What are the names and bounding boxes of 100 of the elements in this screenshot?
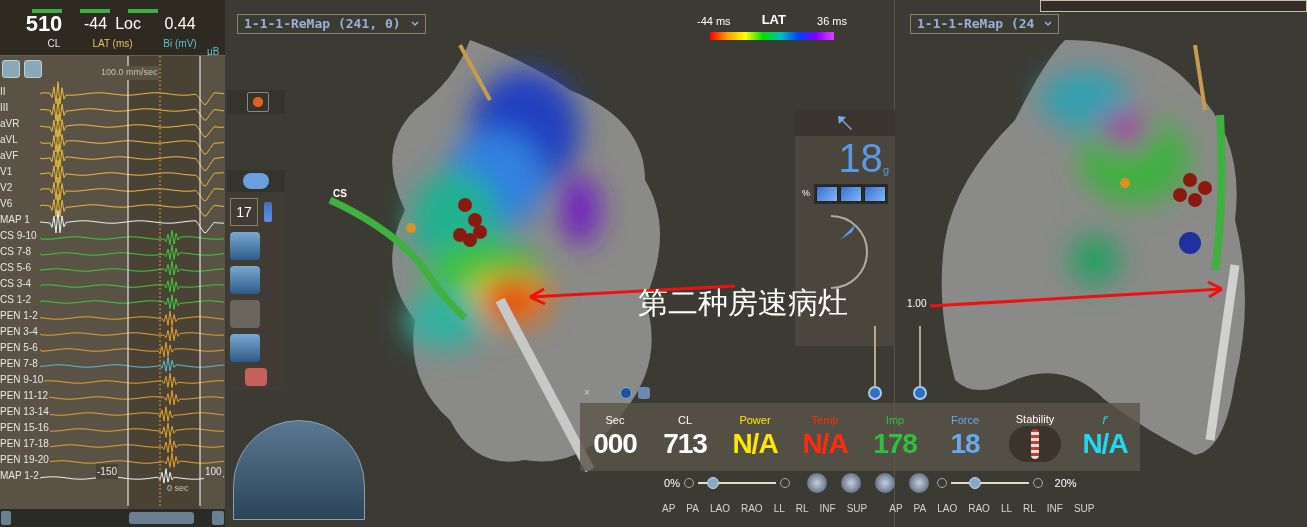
catheter-label: CS: [333, 187, 347, 201]
ablation-point: [1188, 193, 1202, 207]
channel-label: III: [0, 102, 10, 114]
channel-label: V2: [0, 182, 14, 194]
view-button[interactable]: LAO: [937, 501, 958, 516]
channel-label: PEN 9-10: [0, 374, 45, 386]
channel-label: MAP 1: [0, 214, 31, 226]
channel-label: CS 3-4: [0, 278, 33, 290]
zoom-slider[interactable]: [950, 477, 1029, 489]
status-bar: [80, 9, 110, 13]
view-button[interactable]: AP: [662, 501, 676, 516]
readout-label: Force: [950, 413, 980, 427]
catheter: [458, 44, 492, 101]
view-button[interactable]: RL: [1023, 501, 1036, 516]
clip-value: 1.00: [907, 297, 927, 311]
readout-label: Temp: [811, 413, 839, 427]
landmark-point: [406, 223, 416, 233]
scale-title: LAT: [761, 11, 786, 29]
readout-label: Sec: [605, 413, 625, 427]
view-button[interactable]: AP: [889, 501, 903, 516]
arrow-icon: [835, 113, 855, 133]
channel-label: PEN 5-6: [0, 342, 39, 354]
readout-value: N/A: [732, 427, 778, 461]
readout-value: 713: [663, 427, 707, 461]
channel-label: MAP 1-2: [0, 470, 40, 482]
scale-max: 36 ms: [817, 14, 847, 29]
view-button[interactable]: LL: [773, 501, 785, 516]
sweep-speed: 100.0 mm/sec: [100, 66, 159, 80]
channel-label: PEN 17-18: [0, 438, 50, 450]
map-dropdown[interactable]: 1-1-1-ReMap (24: [910, 14, 1060, 34]
readout-value: 18: [950, 427, 980, 461]
reading-label: µB: [207, 45, 220, 59]
ablation-point: [468, 213, 482, 227]
channel-label: PEN 19-20: [0, 454, 50, 466]
readout-label: Imp: [885, 413, 905, 427]
readout-value: N/A: [1082, 427, 1128, 461]
channel-label: CS 9-10: [0, 230, 38, 242]
scroll-left-button[interactable]: [1, 511, 11, 525]
lat-value: -44: [84, 14, 108, 34]
scale-min: -44 ms: [697, 14, 731, 29]
channel-label: aVR: [0, 118, 21, 130]
ablation-point: [458, 198, 472, 212]
status-bar: [32, 9, 62, 13]
landmark-point: [1120, 178, 1130, 188]
map-dropdown[interactable]: 1-1-1-ReMap (241, 0): [237, 14, 426, 34]
catheter: [1193, 44, 1207, 111]
readout-label: Power: [739, 413, 771, 427]
ablation-point: [473, 225, 487, 239]
channel-label: PEN 7-8: [0, 358, 39, 370]
view-button[interactable]: RAO: [968, 501, 990, 516]
view-button[interactable]: RAO: [740, 501, 763, 516]
readout-value: 000: [593, 427, 637, 461]
status-bar: [128, 9, 158, 13]
reading-label: Bi (mV): [163, 37, 197, 51]
view-button[interactable]: PA: [686, 501, 699, 516]
time-tick: -150: [96, 464, 118, 479]
zoom-percent: 0%: [663, 475, 680, 491]
time-tick: 100: [204, 464, 223, 479]
clip-slider[interactable]: [913, 326, 927, 400]
ablation-point: [1183, 173, 1197, 187]
chevron-down-icon: [1044, 21, 1053, 27]
view-button[interactable]: INF: [819, 501, 836, 516]
channel-label: CS 7-8: [0, 246, 33, 258]
channel-label: V1: [0, 166, 14, 178]
slider-thumb[interactable]: [868, 386, 882, 400]
channel-label: PEN 15-16: [0, 422, 50, 434]
ablation-point: [463, 233, 477, 247]
force-unit: g: [882, 163, 889, 178]
readout-label: f': [1102, 413, 1108, 427]
view-button[interactable]: INF: [1046, 501, 1063, 516]
ablation-point: [1198, 181, 1212, 195]
clip-slider[interactable]: [868, 326, 882, 400]
view-button[interactable]: SUP: [1073, 501, 1095, 516]
ablation-point: [453, 228, 467, 242]
force-value: 18: [838, 136, 883, 180]
channel-label: II: [0, 86, 7, 98]
chevron-down-icon: [410, 21, 419, 27]
reading-label: LAT (ms): [92, 37, 133, 51]
channel-label: PEN 3-4: [0, 326, 39, 338]
zoom-slider[interactable]: [698, 477, 776, 489]
loc-label: Loc: [115, 14, 141, 34]
readout-value: 178: [873, 427, 917, 461]
reading-label: CL: [47, 37, 61, 51]
ablation-point: [1173, 188, 1187, 202]
navigation-dial[interactable]: [233, 420, 365, 520]
channel-label: PEN 13-14: [0, 406, 50, 418]
view-button[interactable]: LAO: [709, 501, 730, 516]
view-button[interactable]: SUP: [846, 501, 868, 516]
channel-label: CS 5-6: [0, 262, 33, 274]
slider-thumb[interactable]: [913, 386, 927, 400]
channel-label: aVL: [0, 134, 19, 146]
annotation-text: 第二种房速病灶: [638, 286, 848, 319]
view-button[interactable]: PA: [913, 501, 927, 516]
zoom-percent: 20%: [1053, 475, 1077, 491]
channel-label: PEN 1-2: [0, 310, 39, 322]
view-button[interactable]: LL: [1000, 501, 1012, 516]
catheter-tip-marker: [1179, 232, 1201, 254]
scrollbar-thumb[interactable]: [129, 512, 194, 524]
readout-value: N/A: [802, 427, 848, 461]
view-button[interactable]: RL: [795, 501, 809, 516]
